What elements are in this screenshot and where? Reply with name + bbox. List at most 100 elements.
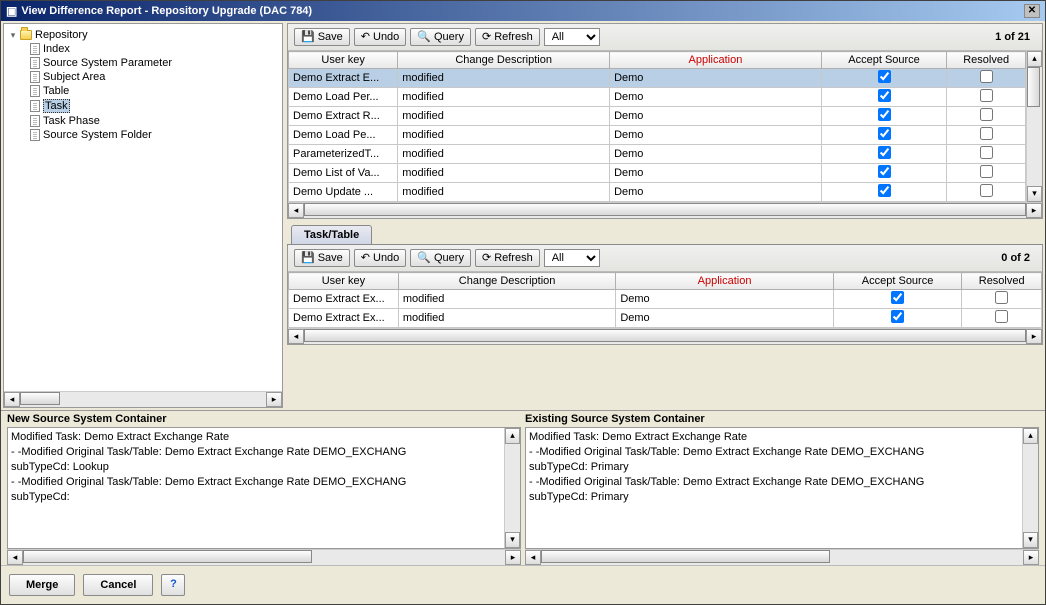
tree-item-source-system-folder[interactable]: Source System Folder (30, 128, 278, 142)
resolved-checkbox[interactable] (980, 127, 993, 140)
col-application[interactable]: Application (610, 52, 822, 69)
existing-container-vscroll[interactable]: ▴▾ (1022, 428, 1038, 548)
col-application[interactable]: Application (616, 273, 833, 290)
tree-item-subject-area[interactable]: Subject Area (30, 70, 278, 84)
tree-item-label: Subject Area (43, 71, 105, 83)
subgrid-tabs: Task/Table (287, 225, 1043, 245)
cell-changedesc: modified (398, 309, 615, 328)
undo-button-sub[interactable]: ↶Undo (354, 249, 407, 267)
undo-button[interactable]: ↶Undo (354, 28, 407, 46)
existing-container-hscroll[interactable]: ◂▸ (525, 549, 1039, 565)
table-row[interactable]: Demo Extract Ex...modifiedDemo (289, 290, 1042, 309)
sub-grid-hscrollbar[interactable]: ◂▸ (288, 328, 1042, 344)
file-icon (30, 129, 40, 141)
table-row[interactable]: ParameterizedT...modifiedDemo (289, 145, 1026, 164)
sub-grid[interactable]: User key Change Description Application … (288, 272, 1042, 328)
resolved-checkbox[interactable] (995, 310, 1008, 323)
table-row[interactable]: Demo List of Va...modifiedDemo (289, 164, 1026, 183)
accept-checkbox[interactable] (878, 127, 891, 140)
table-row[interactable]: Demo Load Per...modifiedDemo (289, 88, 1026, 107)
accept-checkbox[interactable] (878, 146, 891, 159)
accept-checkbox[interactable] (878, 184, 891, 197)
refresh-icon: ⟳ (482, 32, 491, 43)
tree-item-index[interactable]: Index (30, 42, 278, 56)
query-button-sub[interactable]: 🔍Query (410, 249, 471, 267)
top-grid-panel: 💾Save ↶Undo 🔍Query ⟳Refresh All 1 of 21 … (287, 23, 1043, 219)
tree-root-label: Repository (35, 29, 88, 41)
sub-grid-panel: 💾Save ↶Undo 🔍Query ⟳Refresh All 0 of 2 U… (287, 245, 1043, 345)
tree-item-label: Table (43, 85, 69, 97)
existing-container-title: Existing Source System Container (525, 411, 1039, 427)
cell-userkey: Demo Load Pe... (289, 126, 398, 145)
cell-application: Demo (610, 107, 822, 126)
table-row[interactable]: Demo Extract R...modifiedDemo (289, 107, 1026, 126)
resolved-checkbox[interactable] (980, 89, 993, 102)
table-row[interactable]: Demo Extract Ex...modifiedDemo (289, 309, 1042, 328)
new-container-hscroll[interactable]: ◂▸ (7, 549, 521, 565)
resolved-checkbox[interactable] (980, 165, 993, 178)
tree-root[interactable]: ▾ Repository (8, 28, 278, 42)
query-icon: 🔍 (417, 32, 431, 43)
resolved-checkbox[interactable] (980, 184, 993, 197)
table-row[interactable]: Demo Extract E...modifiedDemo (289, 69, 1026, 88)
top-grid-hscrollbar[interactable]: ◂▸ (288, 202, 1042, 218)
resolved-checkbox[interactable] (980, 70, 993, 83)
query-button[interactable]: 🔍Query (410, 28, 471, 46)
undo-icon: ↶ (361, 253, 370, 264)
file-icon (30, 43, 40, 55)
existing-container-text[interactable]: Modified Task: Demo Extract Exchange Rat… (526, 428, 1022, 548)
cell-userkey: Demo Load Per... (289, 88, 398, 107)
table-row[interactable]: Demo Load Pe...modifiedDemo (289, 126, 1026, 145)
accept-checkbox[interactable] (891, 310, 904, 323)
save-button[interactable]: 💾Save (294, 28, 350, 46)
tree-item-label: Task Phase (43, 115, 100, 127)
resolved-checkbox[interactable] (995, 291, 1008, 304)
cell-application: Demo (610, 126, 822, 145)
tree-item-source-system-parameter[interactable]: Source System Parameter (30, 56, 278, 70)
file-icon (30, 71, 40, 83)
accept-checkbox[interactable] (878, 108, 891, 121)
filter-select[interactable]: All (544, 28, 600, 46)
titlebar: ▣ View Difference Report - Repository Up… (1, 1, 1045, 21)
new-container-text[interactable]: Modified Task: Demo Extract Exchange Rat… (8, 428, 504, 548)
tree-item-label: Source System Folder (43, 129, 152, 141)
col-changedesc[interactable]: Change Description (398, 273, 615, 290)
help-icon[interactable]: ? (161, 574, 185, 596)
col-userkey[interactable]: User key (289, 52, 398, 69)
collapse-icon[interactable]: ▾ (8, 30, 18, 41)
repository-tree-panel: ▾ Repository IndexSource System Paramete… (3, 23, 283, 408)
tree-hscrollbar[interactable]: ◂▸ (4, 391, 282, 407)
accept-checkbox[interactable] (891, 291, 904, 304)
cell-changedesc: modified (398, 183, 610, 202)
col-resolved[interactable]: Resolved (962, 273, 1042, 290)
cancel-button[interactable]: Cancel (83, 574, 153, 596)
accept-checkbox[interactable] (878, 89, 891, 102)
refresh-button-sub[interactable]: ⟳Refresh (475, 249, 540, 267)
close-icon[interactable]: ✕ (1024, 4, 1040, 18)
cell-application: Demo (616, 290, 833, 309)
sub-grid-counter: 0 of 2 (1001, 252, 1036, 264)
accept-checkbox[interactable] (878, 70, 891, 83)
col-acceptsource[interactable]: Accept Source (833, 273, 962, 290)
col-acceptsource[interactable]: Accept Source (821, 52, 946, 69)
col-changedesc[interactable]: Change Description (398, 52, 610, 69)
col-resolved[interactable]: Resolved (947, 52, 1026, 69)
resolved-checkbox[interactable] (980, 108, 993, 121)
cell-application: Demo (616, 309, 833, 328)
new-container-vscroll[interactable]: ▴▾ (504, 428, 520, 548)
table-row[interactable]: Demo Update ...modifiedDemo (289, 183, 1026, 202)
top-grid[interactable]: User key Change Description Application … (288, 51, 1026, 202)
resolved-checkbox[interactable] (980, 146, 993, 159)
accept-checkbox[interactable] (878, 165, 891, 178)
tree-item-task-phase[interactable]: Task Phase (30, 114, 278, 128)
existing-source-container: Existing Source System Container Modifie… (525, 411, 1039, 565)
tree-item-task[interactable]: Task (30, 98, 278, 114)
filter-select-sub[interactable]: All (544, 249, 600, 267)
tree-item-table[interactable]: Table (30, 84, 278, 98)
top-grid-vscrollbar[interactable]: ▴▾ (1026, 51, 1042, 202)
refresh-button[interactable]: ⟳Refresh (475, 28, 540, 46)
tab-task-table[interactable]: Task/Table (291, 225, 372, 244)
merge-button[interactable]: Merge (9, 574, 75, 596)
save-button-sub[interactable]: 💾Save (294, 249, 350, 267)
col-userkey[interactable]: User key (289, 273, 399, 290)
